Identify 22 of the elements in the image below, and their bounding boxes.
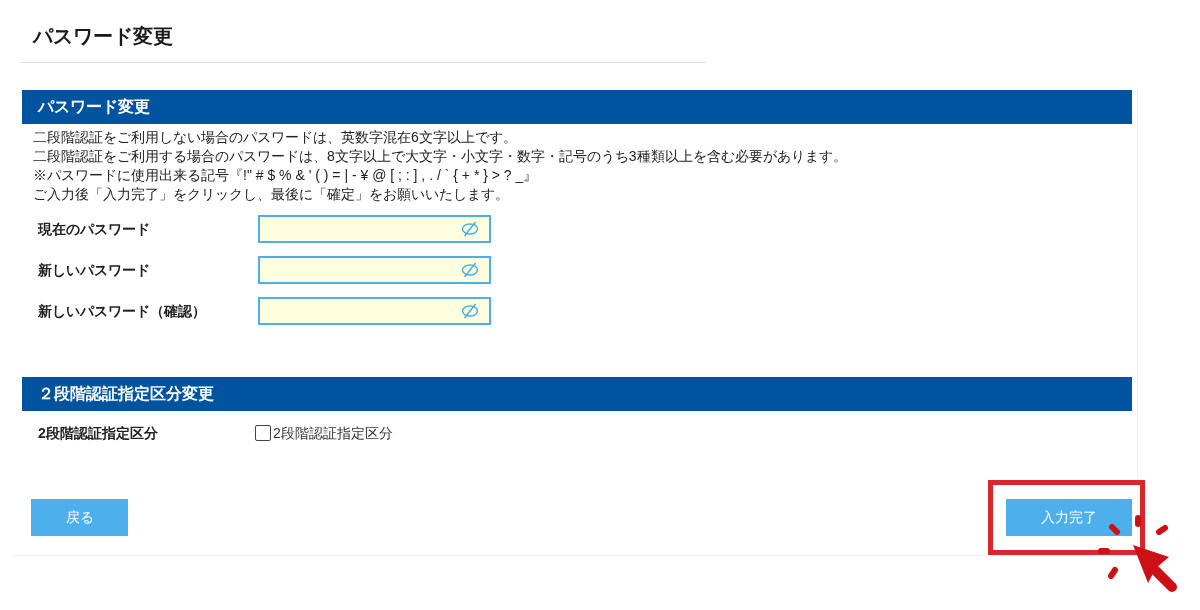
eye-off-icon: [461, 221, 479, 237]
password-field[interactable]: [258, 215, 491, 243]
page-title: パスワード変更: [33, 24, 173, 49]
password-field[interactable]: [258, 297, 491, 325]
field-label: 新しいパスワード: [38, 262, 150, 278]
checkbox-label[interactable]: 2段階認証指定区分: [273, 422, 393, 444]
eye-off-icon: [461, 303, 479, 319]
submit-button[interactable]: 入力完了: [1006, 499, 1132, 536]
note-text: ※パスワードに使用出来る記号『!" # $ % & ' ( ) = | - ¥ @ [ ; : ] , . / ` { + * } > ? _』: [33, 166, 538, 185]
eye-off-icon: [461, 262, 479, 278]
back-button[interactable]: 戻る: [31, 499, 128, 536]
note-text: 二段階認証をご利用しない場合のパスワードは、英数字混在6文字以上です。: [33, 128, 517, 147]
note-text: ご入力後「入力完了」をクリックし、最後に「確定」をお願いいたします。: [33, 185, 509, 204]
field-label: 2段階認証指定区分: [38, 425, 158, 441]
field-label: 新しいパスワード（確認）: [38, 303, 206, 319]
section-header: パスワード変更: [22, 90, 1132, 124]
click-cursor-icon: [1098, 515, 1178, 593]
password-field[interactable]: [258, 256, 491, 284]
checkbox[interactable]: [255, 425, 271, 441]
field-label: 現在のパスワード: [38, 221, 150, 237]
note-text: 二段階認証をご利用する場合のパスワードは、8文字以上で大文字・小文字・数字・記号のうち3種類以上を含む必要があります。: [33, 147, 847, 166]
section-header: ２段階認証指定区分変更: [22, 377, 1132, 411]
